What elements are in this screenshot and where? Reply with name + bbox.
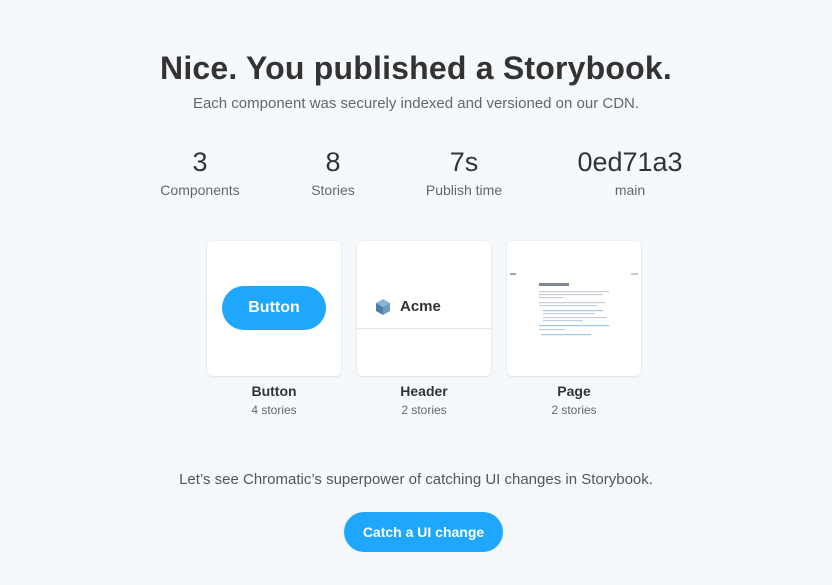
stat-value: 7s <box>449 147 479 177</box>
component-name: Page <box>557 383 591 399</box>
acme-logo-icon <box>376 299 390 315</box>
stat-value: 0ed71a3 <box>577 147 683 177</box>
stats-row: 3 Components 8 Stories 7s Publish time 0… <box>0 146 832 206</box>
stat-publish-time: 7s Publish time <box>384 146 544 198</box>
component-name: Button <box>251 383 297 399</box>
component-card-button[interactable]: Button <box>207 241 341 376</box>
page-preview <box>507 241 641 376</box>
acme-text: Acme <box>400 298 441 315</box>
component-name: Header <box>400 383 448 399</box>
cta-description: Let’s see Chromatic’s superpower of catc… <box>179 471 653 488</box>
page-subtitle: Each component was securely indexed and … <box>192 95 640 112</box>
component-story-count: 4 stories <box>251 403 297 417</box>
stat-label: main <box>614 182 646 198</box>
catch-ui-change-button[interactable]: Catch a UI change <box>344 512 503 552</box>
component-story-count: 2 stories <box>551 403 597 417</box>
component-card-header[interactable]: Acme <box>357 241 491 376</box>
page-title: Nice. You published a Storybook. <box>160 50 672 86</box>
page-preview-graphic <box>510 273 638 336</box>
stat-commit: 0ed71a3 main <box>550 146 710 198</box>
button-preview: Button <box>222 286 326 330</box>
stat-label: Publish time <box>425 182 503 198</box>
component-card-page[interactable] <box>507 241 641 376</box>
component-story-count: 2 stories <box>401 403 447 417</box>
